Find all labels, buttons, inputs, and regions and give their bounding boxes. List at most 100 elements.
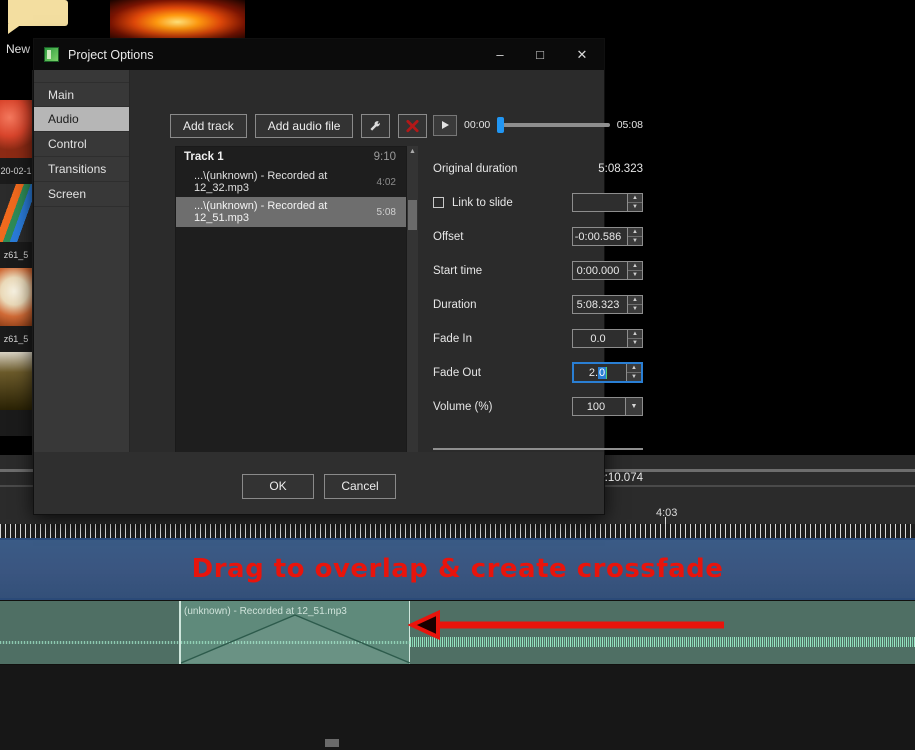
stepper-down-icon[interactable]: ▼ [628,203,642,211]
stepper-up-icon[interactable]: ▲ [628,330,642,339]
list-item[interactable] [0,352,32,436]
stepper-buttons: ▲ ▼ [627,262,642,279]
offset-row: Offset -0:00.586 ▲ ▼ [433,223,643,250]
audio-preview-player: 00:00 05:08 [433,114,643,136]
table-row[interactable]: ...\(unknown) - Recorded at 12_51.mp3 5:… [176,197,406,227]
thumbnail-image [0,352,32,410]
waveform [410,637,915,647]
track-list-scrollbar[interactable]: ▲ ▼ [407,146,418,468]
red-x-icon [406,119,420,132]
stepper-up-icon[interactable]: ▲ [627,364,641,373]
seek-handle[interactable] [497,117,505,133]
cancel-button[interactable]: Cancel [324,473,396,499]
dialog-sidebar: Main Audio Control Transitions Screen [34,70,130,470]
close-button[interactable]: ✕ [560,39,604,70]
start-time-stepper[interactable]: 0:00.000 ▲ ▼ [572,261,643,280]
fade-out-input[interactable]: 2. 0 [574,364,626,381]
stepper-down-icon[interactable]: ▼ [628,339,642,347]
audio-file-duration: 5:08 [376,206,396,218]
stepper-down-icon[interactable]: ▼ [627,373,641,381]
audio-file-duration: 4:02 [376,176,396,188]
chevron-down-icon[interactable]: ▼ [625,398,642,415]
thumbnail-image [0,100,32,158]
stepper-up-icon[interactable]: ▲ [628,194,642,203]
thumbnail-caption: 20-02-1 [0,158,32,184]
ok-button[interactable]: OK [242,473,314,499]
audio-clip-next[interactable] [410,601,915,664]
minimize-button[interactable]: – [480,39,520,70]
link-to-slide-row: Link to slide ▲ ▼ [433,189,643,216]
seek-slider[interactable] [497,117,610,133]
dialog-titlebar[interactable]: Project Options – □ ✕ [34,39,604,70]
play-icon [441,121,449,129]
divider [433,448,643,450]
scrollbar-thumb[interactable] [408,200,417,230]
list-item[interactable]: z61_5 [0,184,32,268]
thumbnail-caption: z61_5 [0,242,32,268]
start-time-input[interactable]: 0:00.000 [573,262,627,279]
stepper-down-icon[interactable]: ▼ [628,305,642,313]
add-audio-file-button[interactable]: Add audio file [254,114,354,138]
offset-stepper[interactable]: -0:00.586 ▲ ▼ [572,227,643,246]
fade-in-input[interactable]: 0.0 [573,330,627,347]
stepper-up-icon[interactable]: ▲ [628,262,642,271]
link-to-slide-label-wrap[interactable]: Link to slide [433,197,572,209]
stepper-down-icon[interactable]: ▼ [628,271,642,279]
fade-out-stepper[interactable]: 2. 0 ▲ ▼ [572,362,643,383]
audio-panel: Add track Add audio file Track 1 9:10 ..… [130,70,643,514]
stepper-down-icon[interactable]: ▼ [628,237,642,245]
volume-combobox[interactable]: 100 ▼ [572,397,643,416]
track-list[interactable]: Track 1 9:10 ...\(unknown) - Recorded at… [175,146,407,468]
play-button[interactable] [433,114,457,136]
list-item[interactable]: z61_5 [0,268,32,352]
maximize-button[interactable]: □ [520,39,560,70]
list-item[interactable]: 20-02-1 [0,100,32,184]
fade-in-stepper[interactable]: 0.0 ▲ ▼ [572,329,643,348]
folder-icon [8,0,68,34]
track-group-header[interactable]: Track 1 9:10 [176,147,406,167]
thumbnail-image [0,268,32,326]
fade-out-row: Fade Out 2. 0 ▲ ▼ [433,359,643,386]
audio-clip-previous[interactable] [0,601,180,664]
dialog-title: Project Options [68,47,154,62]
sidebar-item-transitions[interactable]: Transitions [34,157,129,182]
total-time: 05:08 [616,119,643,131]
sidebar-item-main[interactable]: Main [34,82,129,107]
original-duration-row: Original duration 5:08.323 [433,155,643,182]
stepper-up-icon[interactable]: ▲ [628,228,642,237]
preview-thumbnail [110,0,245,40]
slide-band[interactable]: Drag to overlap & create crossfade [0,540,915,600]
fade-in-label: Fade In [433,332,472,345]
duration-input[interactable]: 5:08.323 [573,296,627,313]
table-row[interactable]: ...\(unknown) - Recorded at 12_32.mp3 4:… [176,167,406,197]
audio-file-name: ...\(unknown) - Recorded at 12_51.mp3 [194,200,328,224]
add-track-button[interactable]: Add track [170,114,247,138]
sidebar-item-audio[interactable]: Audio [34,107,129,132]
project-options-dialog: Project Options – □ ✕ Main Audio Control… [33,38,643,515]
link-to-slide-input[interactable] [573,194,627,211]
volume-label: Volume (%) [433,400,493,413]
link-to-slide-stepper[interactable]: ▲ ▼ [572,193,643,212]
stepper-buttons: ▲ ▼ [626,364,641,381]
duration-stepper[interactable]: 5:08.323 ▲ ▼ [572,295,643,314]
audio-clip-label: (unknown) - Recorded at 12_51.mp3 [184,606,347,617]
sidebar-item-screen[interactable]: Screen [34,182,129,207]
audio-track-lane[interactable]: (unknown) - Recorded at 12_51.mp3 [0,600,915,665]
properties-button[interactable] [361,114,391,138]
link-to-slide-checkbox[interactable] [433,197,444,208]
sidebar-item-control[interactable]: Control [34,132,129,157]
delete-track-button[interactable] [398,114,428,138]
volume-value[interactable]: 100 [573,398,625,415]
timeline-lower-strip [0,665,915,750]
offset-label: Offset [433,230,464,243]
start-time-label: Start time [433,264,483,277]
stepper-up-icon[interactable]: ▲ [628,296,642,305]
offset-input[interactable]: -0:00.586 [573,228,627,245]
volume-row: Volume (%) 100 ▼ [433,393,643,420]
original-duration-label: Original duration [433,162,518,175]
current-time: 00:00 [464,119,491,131]
duration-label: Duration [433,298,477,311]
scroll-up-arrow[interactable]: ▲ [407,146,418,157]
dialog-footer: OK Cancel [34,452,604,514]
timeline-handle[interactable] [325,739,339,747]
